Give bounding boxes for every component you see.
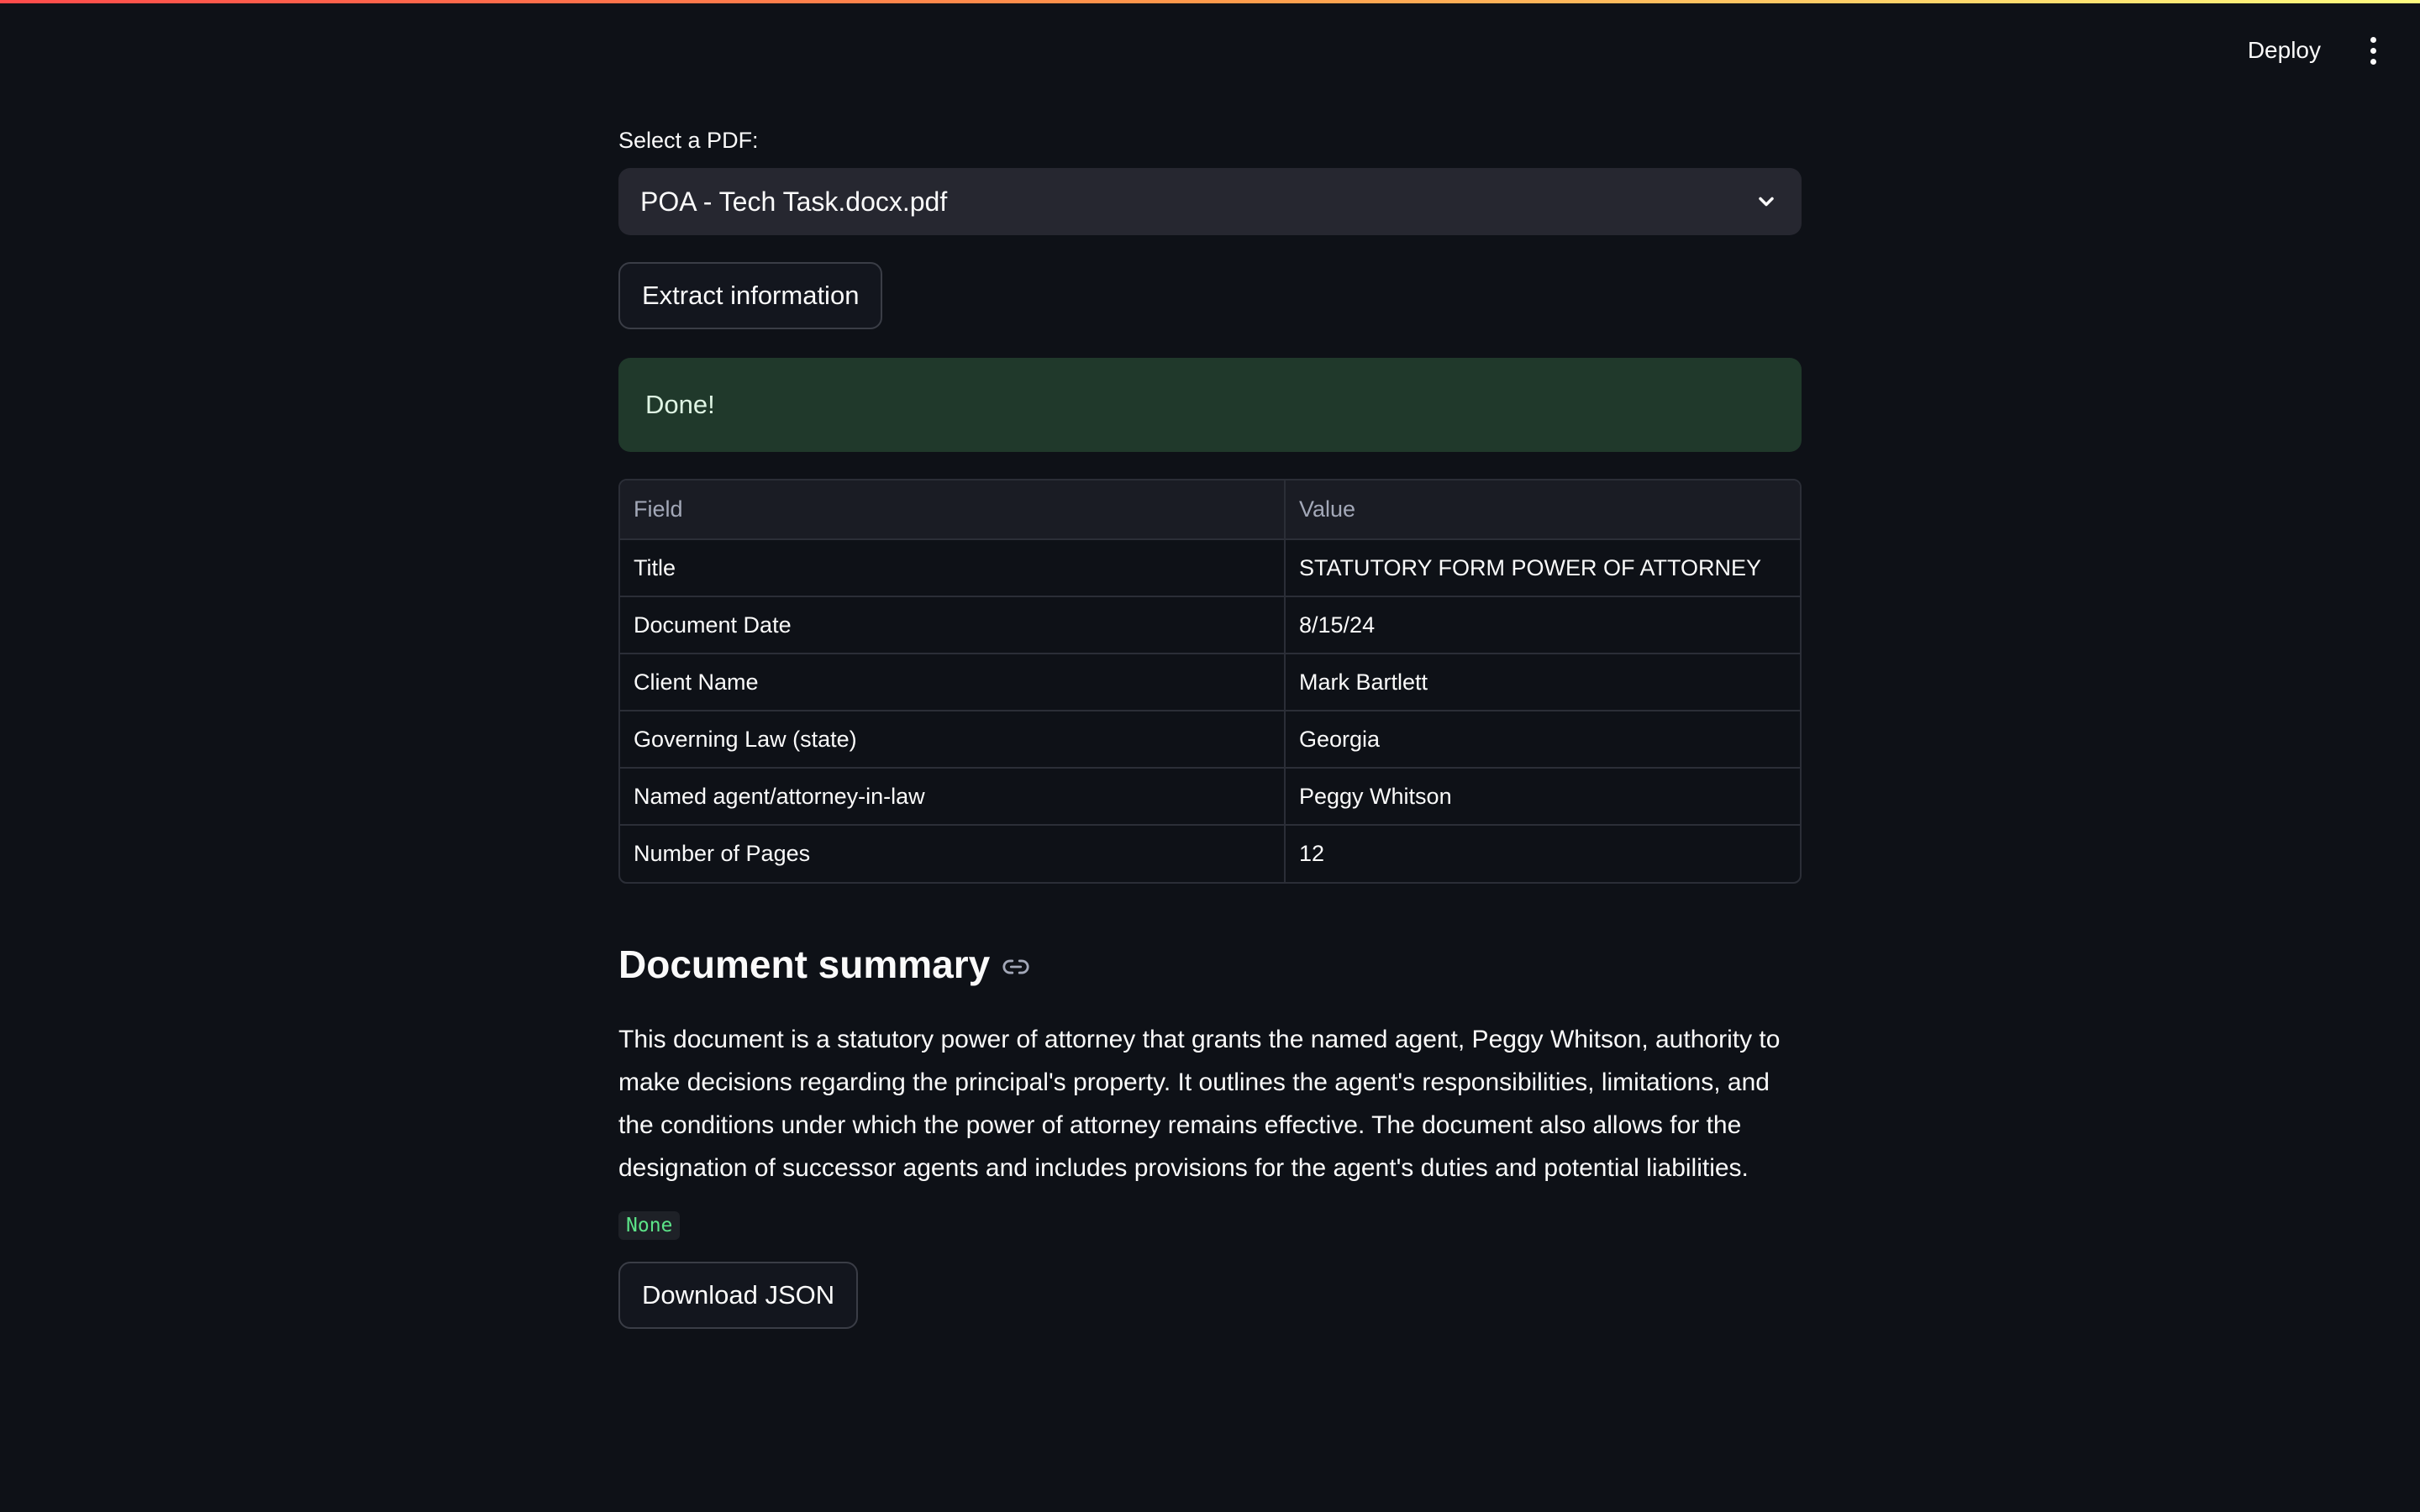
value-cell: Georgia <box>1285 711 1800 769</box>
field-cell: Named agent/attorney-in-law <box>620 768 1286 826</box>
column-header-field: Field <box>620 480 1286 540</box>
field-cell: Document Date <box>620 596 1286 654</box>
table-row: Title STATUTORY FORM POWER OF ATTORNEY <box>620 539 1800 597</box>
pdf-select[interactable]: POA - Tech Task.docx.pdf <box>618 168 1802 235</box>
table-row: Governing Law (state) Georgia <box>620 711 1800 769</box>
success-alert: Done! <box>618 358 1802 452</box>
success-message: Done! <box>645 390 715 419</box>
value-cell: 8/15/24 <box>1285 596 1800 654</box>
more-vertical-icon[interactable] <box>2356 32 2390 69</box>
link-icon[interactable] <box>1002 953 1030 981</box>
field-cell: Client Name <box>620 654 1286 711</box>
value-cell: Mark Bartlett <box>1285 654 1800 711</box>
value-cell: STATUTORY FORM POWER OF ATTORNEY <box>1285 539 1800 597</box>
chevron-down-icon <box>1759 197 1774 207</box>
table-row: Number of Pages 12 <box>620 825 1800 882</box>
app-header: Deploy <box>0 0 2420 99</box>
field-cell: Number of Pages <box>620 825 1286 882</box>
main-content: Select a PDF: POA - Tech Task.docx.pdf E… <box>618 126 1802 1329</box>
pdf-select-label: Select a PDF: <box>618 128 759 153</box>
document-summary-text: This document is a statutory power of at… <box>618 1026 1781 1182</box>
table-row: Document Date 8/15/24 <box>620 596 1800 654</box>
table-row: Client Name Mark Bartlett <box>620 654 1800 711</box>
table-row: Named agent/attorney-in-law Peggy Whitso… <box>620 768 1800 826</box>
code-output: None <box>618 1211 681 1240</box>
field-cell: Title <box>620 539 1286 597</box>
field-cell: Governing Law (state) <box>620 711 1286 769</box>
value-cell: Peggy Whitson <box>1285 768 1800 826</box>
table-header-row: Field Value <box>620 480 1800 540</box>
download-json-button[interactable]: Download JSON <box>618 1262 859 1329</box>
extracted-fields-table: Field Value Title STATUTORY FORM POWER O… <box>618 479 1802 884</box>
extract-information-button[interactable]: Extract information <box>618 262 883 329</box>
document-summary-heading: Document summary <box>618 939 1802 990</box>
value-cell: 12 <box>1299 841 1325 866</box>
pdf-select-value: POA - Tech Task.docx.pdf <box>640 186 948 217</box>
deploy-button[interactable]: Deploy <box>2233 34 2336 67</box>
column-header-value: Value <box>1285 480 1800 540</box>
summary-heading-text: Document summary <box>618 942 991 986</box>
